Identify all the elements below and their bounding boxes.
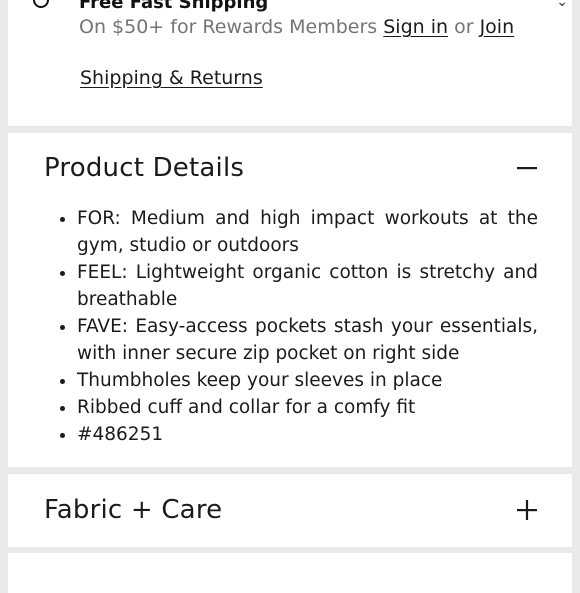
list-item: #486251 [77, 421, 538, 448]
fabric-care-section[interactable]: Fabric + Care [8, 474, 572, 547]
join-link[interactable]: Join [480, 16, 515, 38]
or-text: or [454, 16, 474, 38]
shipping-title: Free Fast Shipping [79, 0, 269, 13]
product-details-section: Product Details FOR: Medium and high imp… [8, 133, 572, 467]
list-item: FEEL: Lightweight organic cotton is stre… [77, 259, 538, 313]
product-details-title[interactable]: Product Details [44, 153, 244, 183]
fabric-care-title[interactable]: Fabric + Care [44, 495, 222, 525]
next-section [8, 553, 572, 593]
chevron-down-icon[interactable]: ⌄ [556, 0, 568, 10]
product-details-list: FOR: Medium and high impact workouts at … [44, 205, 538, 448]
shipping-card: Free Fast Shipping ⌄ On $50+ for Rewards… [8, 0, 572, 126]
shipping-returns-link[interactable]: Shipping & Returns [80, 67, 263, 89]
minus-icon[interactable] [516, 157, 538, 179]
plus-icon[interactable] [516, 499, 538, 521]
sign-in-link[interactable]: Sign in [383, 16, 448, 38]
list-item: Thumbholes keep your sleeves in place [77, 367, 538, 394]
list-item: FOR: Medium and high impact workouts at … [77, 205, 538, 259]
shipping-info-icon [33, 0, 49, 8]
shipping-offer-text: On $50+ for Rewards Members [79, 16, 378, 38]
shipping-offer: On $50+ for Rewards Members Sign in or J… [79, 16, 514, 38]
list-item: FAVE: Easy-access pockets stash your ess… [77, 313, 538, 367]
list-item: Ribbed cuff and collar for a comfy fit [77, 394, 538, 421]
